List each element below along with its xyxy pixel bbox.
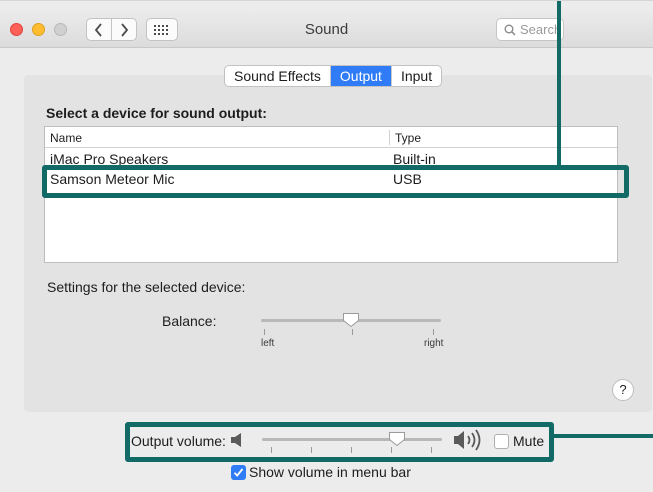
section-title: Select a device for sound output: bbox=[46, 105, 267, 121]
balance-label: Balance: bbox=[162, 313, 217, 329]
balance-tick bbox=[433, 329, 434, 335]
column-divider bbox=[389, 130, 390, 145]
balance-right-label: right bbox=[424, 338, 444, 349]
table-header: Name Type bbox=[45, 127, 617, 148]
balance-left-label: left bbox=[261, 338, 275, 349]
annotation-highlight-volume bbox=[125, 422, 554, 462]
balance-tick bbox=[264, 329, 265, 335]
settings-label: Settings for the selected device: bbox=[47, 279, 246, 295]
balance-slider-thumb[interactable] bbox=[342, 312, 360, 328]
tab-output[interactable]: Output bbox=[330, 66, 392, 86]
show-volume-checkbox[interactable] bbox=[231, 465, 246, 480]
checkmark-icon bbox=[233, 468, 244, 477]
search-field[interactable]: Search bbox=[496, 18, 564, 41]
search-placeholder: Search bbox=[520, 22, 562, 37]
tab-input[interactable]: Input bbox=[392, 66, 441, 86]
sound-preferences-window: Sound Search Sound Effects Output Input … bbox=[0, 0, 653, 492]
help-button[interactable]: ? bbox=[612, 379, 634, 401]
column-header-name[interactable]: Name bbox=[50, 131, 82, 145]
annotation-highlight-device bbox=[42, 165, 629, 198]
column-header-type[interactable]: Type bbox=[395, 131, 421, 145]
annotation-connector-line bbox=[552, 434, 653, 438]
balance-tick bbox=[352, 329, 353, 335]
annotation-connector-line bbox=[557, 1, 561, 167]
titlebar: Sound Search bbox=[0, 10, 653, 48]
search-icon bbox=[504, 24, 516, 36]
tab-sound-effects[interactable]: Sound Effects bbox=[225, 66, 331, 86]
show-volume-label: Show volume in menu bar bbox=[249, 464, 411, 480]
tab-bar: Sound Effects Output Input bbox=[224, 65, 443, 87]
